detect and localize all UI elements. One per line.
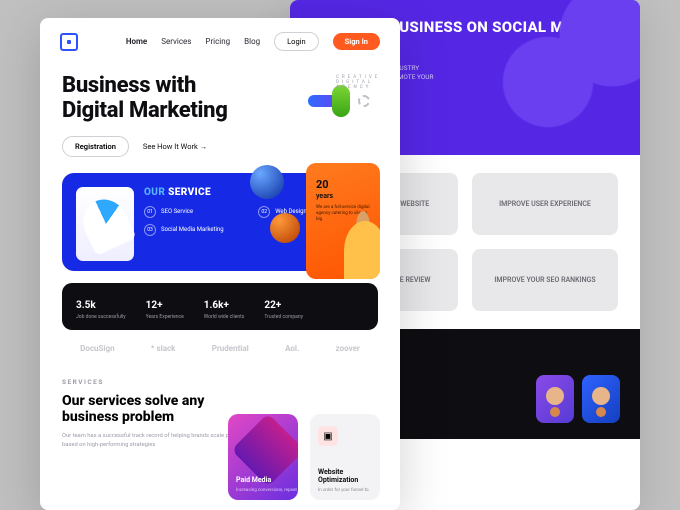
nav-blog[interactable]: Blog	[244, 37, 260, 46]
stat-item: 22+Trusted company	[264, 293, 303, 320]
client-logo: zoover	[336, 344, 360, 353]
service-card-paid-media[interactable]: Paid Media Increasing conversions, repea…	[228, 414, 298, 500]
person-card[interactable]	[536, 375, 574, 423]
service-item[interactable]: 01SEO Service	[144, 206, 244, 218]
topbar: Home Services Pricing Blog Login Sign In	[40, 18, 400, 65]
experience-card: 20years We are a full-service digital ag…	[306, 163, 380, 279]
hero: Business withDigital Marketing Registrat…	[40, 65, 400, 173]
nav-home[interactable]: Home	[126, 37, 147, 46]
services-section: SERVICES Our services solve any business…	[40, 363, 400, 458]
section-kicker: SERVICES	[62, 378, 104, 386]
how-it-works-link[interactable]: See How It Work →	[143, 142, 207, 151]
section-title: Our services solve any business problem	[62, 393, 242, 427]
client-logo: Aol.	[285, 344, 299, 353]
main-nav: Home Services Pricing Blog Login Sign In	[126, 32, 380, 51]
megaphone-icon	[76, 187, 134, 261]
feature-tile[interactable]: IMPROVE YOUR SEO RANKINGS	[472, 249, 618, 311]
landing-primary-view: Home Services Pricing Blog Login Sign In…	[40, 18, 400, 510]
service-item[interactable]: 03Social Media Marketing	[144, 224, 244, 236]
feature-tile[interactable]: IMPROVE USER EXPERIENCE	[472, 173, 618, 235]
sphere-decoration-icon	[270, 213, 300, 243]
stat-item: 12+Years Experience	[146, 293, 184, 320]
optimize-icon: ▣	[318, 426, 338, 446]
client-logo: DocuSign	[80, 344, 114, 353]
registration-button[interactable]: Registration	[62, 136, 129, 157]
service-card-website-optimization[interactable]: ▣ Website Optimization In order for your…	[310, 414, 380, 500]
client-logo: Prudential	[212, 344, 249, 353]
login-button[interactable]: Login	[274, 32, 319, 51]
signin-button[interactable]: Sign In	[333, 33, 380, 50]
stat-item: 1.6k+World wide clients	[204, 293, 245, 320]
sphere-decoration-icon	[250, 165, 284, 199]
person-card[interactable]	[582, 375, 620, 423]
testimonial-faces	[536, 375, 620, 423]
client-logos: DocuSign slack Prudential Aol. zoover	[40, 330, 400, 363]
nav-services[interactable]: Services	[161, 37, 191, 46]
stats-strip: 3.5kJob done successfully 12+Years Exper…	[62, 283, 378, 330]
brand-logo-icon[interactable]	[60, 33, 78, 51]
our-service-section: OUR SERVICE 01SEO Service 02Web Design D…	[40, 173, 400, 330]
stat-item: 3.5kJob done successfully	[76, 293, 126, 320]
creative-badge-icon: CREATIVE DIGITAL AGENCY	[304, 71, 374, 141]
client-logo: slack	[151, 344, 176, 353]
nav-pricing[interactable]: Pricing	[205, 37, 230, 46]
service-card: OUR SERVICE 01SEO Service 02Web Design D…	[62, 173, 378, 271]
